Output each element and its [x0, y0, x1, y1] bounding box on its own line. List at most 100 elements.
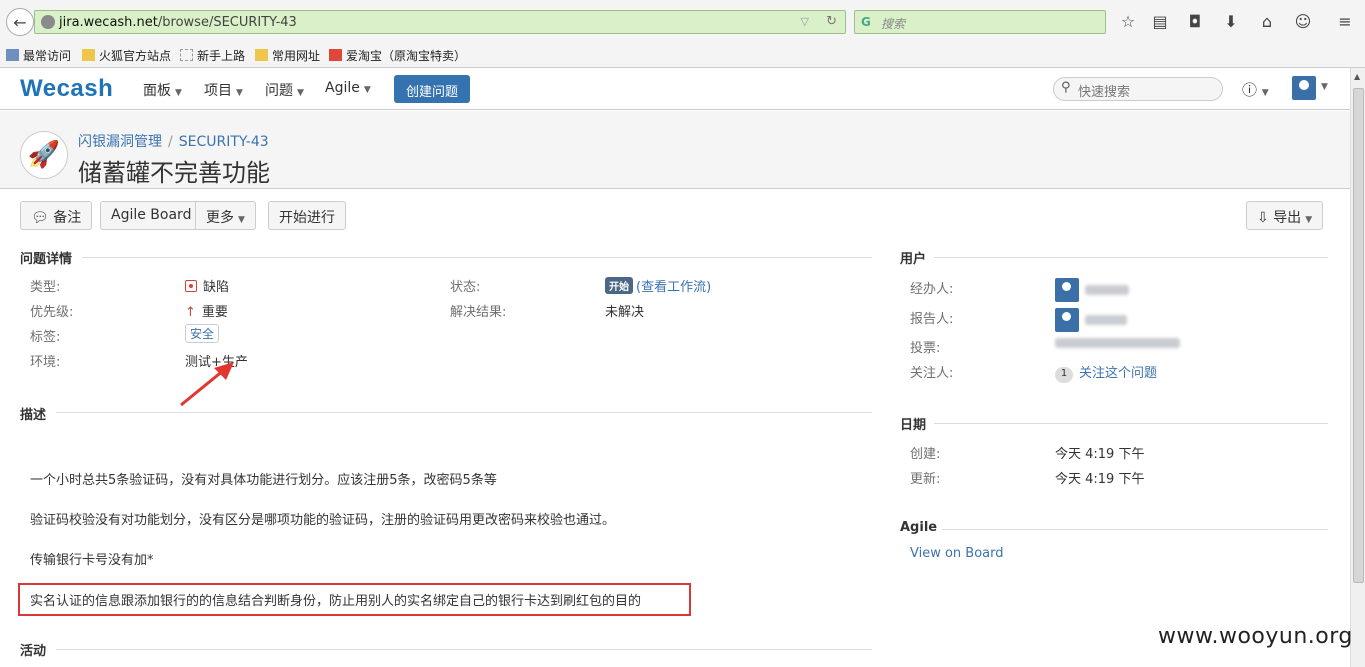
folder-icon: [82, 49, 95, 61]
app-header: Wecash 面板 ▼ 项目 ▼ 问题 ▼ Agile ▼ 创建问题 ⚲ 快速搜索 ⓘ …: [0, 68, 1350, 110]
home-icon[interactable]: ⌂: [1257, 12, 1277, 31]
type-value: 缺陷: [185, 276, 229, 295]
assignee-label: 经办人:: [910, 282, 954, 297]
updated-label: 更新:: [910, 472, 941, 487]
quick-search-input[interactable]: ⚲ 快速搜索: [1053, 77, 1223, 101]
wecash-logo[interactable]: Wecash: [20, 75, 113, 103]
bookmarks-toolbar: 最常访问 火狐官方站点 新手上路 常用网址 爱淘宝（原淘宝特卖）: [0, 44, 1365, 66]
create-issue-button[interactable]: 创建问题: [394, 75, 470, 103]
browser-search-placeholder: 搜索: [881, 17, 906, 31]
bookmark-aitaobao[interactable]: 爱淘宝（原淘宝特卖）: [329, 47, 466, 64]
section-divider: [942, 529, 1328, 530]
breadcrumb: 闪银漏洞管理 / SECURITY-43: [78, 131, 269, 151]
bookmark-icon: [6, 49, 19, 61]
chevron-down-icon: ▼: [175, 88, 182, 98]
bookmark-firefox-site[interactable]: 火狐官方站点: [82, 47, 171, 64]
issue-header: 🚀 闪银漏洞管理 / SECURITY-43 储蓄罐不完善功能: [0, 111, 1350, 189]
folder-icon: [255, 49, 268, 61]
agile-board-button[interactable]: Agile Board: [100, 201, 203, 230]
scroll-up-icon[interactable]: ▲: [1354, 72, 1360, 81]
breadcrumb-project[interactable]: 闪银漏洞管理: [78, 134, 162, 150]
nav-projects[interactable]: 项目 ▼: [204, 80, 243, 100]
quick-search-placeholder: 快速搜索: [1078, 85, 1131, 100]
type-label: 类型:: [30, 280, 61, 295]
page-icon: [180, 49, 193, 61]
description-line: 传输银行卡号没有加*: [30, 553, 154, 568]
annotation-arrow-icon: [180, 362, 234, 407]
start-progress-button[interactable]: 开始进行: [268, 201, 346, 230]
label-tag-security[interactable]: 安全: [185, 324, 220, 343]
more-button[interactable]: 更多 ▼: [195, 201, 256, 230]
labels-value: 安全: [185, 324, 220, 343]
nav-dashboards[interactable]: 面板 ▼: [143, 80, 182, 100]
url-bar[interactable]: jira.wecash.net/browse/SECURITY-43 ▽ ↻: [34, 10, 846, 34]
votes-value[interactable]: [1055, 337, 1180, 352]
help-icon[interactable]: ⓘ ▼: [1242, 79, 1269, 100]
export-button[interactable]: ⇩ 导出 ▼: [1246, 201, 1324, 230]
nav-agile[interactable]: Agile ▼: [325, 80, 371, 96]
watch-issue-link[interactable]: 关注这个问题: [1079, 366, 1157, 381]
reload-icon[interactable]: ↻: [826, 14, 837, 29]
chevron-down-icon: ▼: [363, 85, 371, 95]
reporter-value[interactable]: [1055, 308, 1127, 332]
people-heading[interactable]: 用户: [900, 248, 926, 267]
browser-search-input[interactable]: G 搜索: [854, 10, 1106, 34]
assignee-value[interactable]: [1055, 278, 1129, 302]
watchers-label: 关注人:: [910, 366, 954, 381]
details-heading[interactable]: 问题详情: [20, 248, 72, 267]
status-value: 开始 (查看工作流): [605, 276, 711, 295]
comment-icon: 💬︎: [31, 210, 54, 226]
pocket-icon[interactable]: ◘: [1185, 12, 1205, 31]
download-icon[interactable]: ⬇: [1221, 12, 1241, 31]
nav-issues[interactable]: 问题 ▼: [265, 80, 304, 100]
search-engine-icon[interactable]: G: [861, 15, 871, 29]
priority-up-arrow-icon: ↑: [185, 305, 196, 320]
comment-button[interactable]: 💬︎ 备注: [20, 201, 93, 230]
breadcrumb-issue-key[interactable]: SECURITY-43: [179, 134, 269, 150]
back-arrow-icon: ←: [13, 12, 27, 32]
reading-list-icon[interactable]: ▤: [1150, 12, 1170, 31]
chevron-down-icon[interactable]: ▼: [1321, 82, 1328, 92]
redacted-name: [1085, 315, 1127, 325]
activity-heading[interactable]: 活动: [20, 640, 46, 659]
priority-label: 优先级:: [30, 305, 74, 320]
scroll-thumb[interactable]: [1353, 88, 1364, 583]
section-divider: [56, 412, 872, 413]
priority-value: ↑ 重要: [185, 305, 228, 320]
url-host: jira.wecash.net: [59, 15, 158, 30]
watchers-count-badge: 1: [1055, 367, 1073, 383]
bookmark-getting-started[interactable]: 新手上路: [180, 47, 245, 64]
view-on-board-link[interactable]: View on Board: [910, 546, 1004, 561]
section-divider: [56, 649, 872, 650]
bookmark-most-visited[interactable]: 最常访问: [6, 47, 71, 64]
votes-label: 投票:: [910, 341, 941, 356]
chevron-down-icon: ▼: [238, 215, 245, 225]
menu-icon[interactable]: ≡: [1335, 12, 1355, 31]
created-value: 今天 4:19 下午: [1055, 447, 1145, 462]
chat-icon[interactable]: ☺: [1293, 12, 1313, 31]
project-rocket-icon[interactable]: 🚀: [20, 131, 68, 179]
back-button[interactable]: ←: [6, 8, 34, 36]
history-dropdown-icon[interactable]: ▽: [801, 15, 809, 28]
search-icon: ⚲: [1061, 80, 1071, 95]
browser-chrome: ← jira.wecash.net/browse/SECURITY-43 ▽ ↻…: [0, 0, 1365, 68]
browser-navbar: ← jira.wecash.net/browse/SECURITY-43 ▽ ↻…: [0, 0, 1365, 42]
agile-heading[interactable]: Agile: [900, 520, 937, 535]
site-identity-icon[interactable]: [41, 15, 55, 29]
description-heading[interactable]: 描述: [20, 404, 46, 423]
annotation-highlight-box: [18, 583, 691, 616]
chevron-down-icon: ▼: [297, 88, 304, 98]
section-divider: [934, 423, 1328, 424]
url-path: /browse/SECURITY-43: [157, 15, 297, 30]
bug-icon: [185, 280, 197, 292]
resolution-label: 解决结果:: [450, 305, 507, 320]
assignee-avatar: [1055, 278, 1079, 302]
user-avatar[interactable]: [1292, 76, 1316, 100]
page-scrollbar[interactable]: ▲: [1350, 68, 1365, 667]
view-workflow-link[interactable]: (查看工作流): [636, 280, 711, 295]
bookmark-star-icon[interactable]: ☆: [1118, 12, 1138, 31]
dates-heading[interactable]: 日期: [900, 414, 926, 433]
description-line: 一个小时总共5条验证码，没有对具体功能进行划分。应该注册5条，改密码5条等: [30, 473, 497, 488]
issue-title[interactable]: 储蓄罐不完善功能: [78, 153, 270, 188]
bookmark-common-sites[interactable]: 常用网址: [255, 47, 320, 64]
